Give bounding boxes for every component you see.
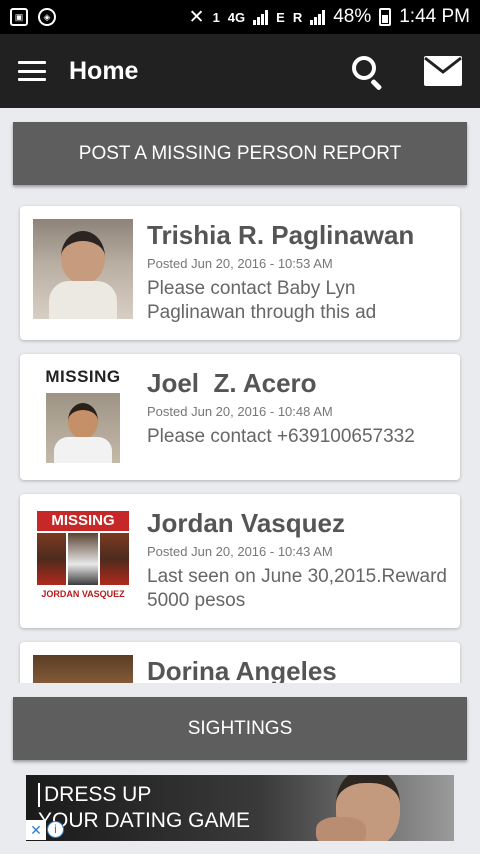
report-description: Last seen on June 30,2015.Reward 5000 pe… xyxy=(147,566,447,611)
report-name: Dorina Angeles xyxy=(147,656,337,683)
page-title: Home xyxy=(69,56,139,85)
network-type: 4G xyxy=(227,9,246,25)
ad-close-icon[interactable]: ✕ xyxy=(26,820,46,840)
mail-icon[interactable] xyxy=(424,56,462,86)
report-date: Posted Jun 20, 2016 - 10:53 AM xyxy=(147,256,333,271)
report-name: Jordan Vasquez xyxy=(147,508,345,538)
battery-percent: 48% xyxy=(333,6,372,27)
ad-info-icon[interactable]: i xyxy=(47,821,64,838)
mute-icon: ✕ xyxy=(188,6,205,28)
list-item[interactable]: MISSING Joel Z. Acero Posted Jun 20, 201… xyxy=(20,354,460,480)
report-photo: MISSING JORDAN VASQUEZ xyxy=(33,507,133,607)
report-name: Joel Z. Acero xyxy=(147,368,317,398)
ad-headline-2: YOUR DATING GAME xyxy=(38,809,250,832)
ad-headline-1: DRESS UP xyxy=(38,783,151,807)
report-date: Posted Jun 20, 2016 - 10:48 AM xyxy=(147,404,333,419)
reports-list[interactable]: Trishia R. Paglinawan Posted Jun 20, 201… xyxy=(0,196,480,683)
sim-slot: 1 xyxy=(212,9,220,25)
list-item[interactable]: MISSING JORDAN VASQUEZ Jordan Vasquez Po… xyxy=(20,494,460,628)
ad-image xyxy=(286,775,454,841)
network-sub: E xyxy=(276,9,285,25)
ad-banner[interactable]: DRESS UP YOUR DATING GAME xyxy=(26,775,454,841)
battery-icon xyxy=(379,8,392,26)
shield-notification-icon: ◈ xyxy=(38,8,56,26)
photo-caption: JORDAN VASQUEZ xyxy=(41,589,125,599)
report-photo xyxy=(33,655,133,683)
clock: 1:44 PM xyxy=(399,6,470,27)
gallery-notification-icon: ▣ xyxy=(10,8,28,26)
post-missing-report-button[interactable]: POST A MISSING PERSON REPORT xyxy=(13,122,467,185)
status-bar: ▣ ◈ ✕ 1 4G E R 48% 1:44 PM xyxy=(0,0,480,34)
report-description: Please contact +639100657332 xyxy=(147,426,415,447)
missing-label: MISSING xyxy=(45,367,121,386)
app-bar: Home xyxy=(0,34,480,108)
signal-2-icon xyxy=(310,9,326,25)
missing-label: MISSING xyxy=(37,511,129,531)
report-photo: MISSING xyxy=(33,367,133,467)
report-name: Trishia R. Paglinawan xyxy=(147,220,415,250)
search-icon[interactable] xyxy=(350,54,386,91)
report-date: Posted Jun 20, 2016 - 10:43 AM xyxy=(147,544,333,559)
report-photo xyxy=(33,219,133,319)
menu-icon[interactable] xyxy=(18,61,46,81)
roaming-indicator: R xyxy=(292,9,303,25)
list-item[interactable]: Dorina Angeles xyxy=(20,642,460,683)
sightings-button[interactable]: SIGHTINGS xyxy=(13,697,467,760)
report-description: Please contact Baby Lyn Paglinawan throu… xyxy=(147,278,377,323)
signal-icon xyxy=(253,9,269,25)
list-item[interactable]: Trishia R. Paglinawan Posted Jun 20, 201… xyxy=(20,206,460,340)
